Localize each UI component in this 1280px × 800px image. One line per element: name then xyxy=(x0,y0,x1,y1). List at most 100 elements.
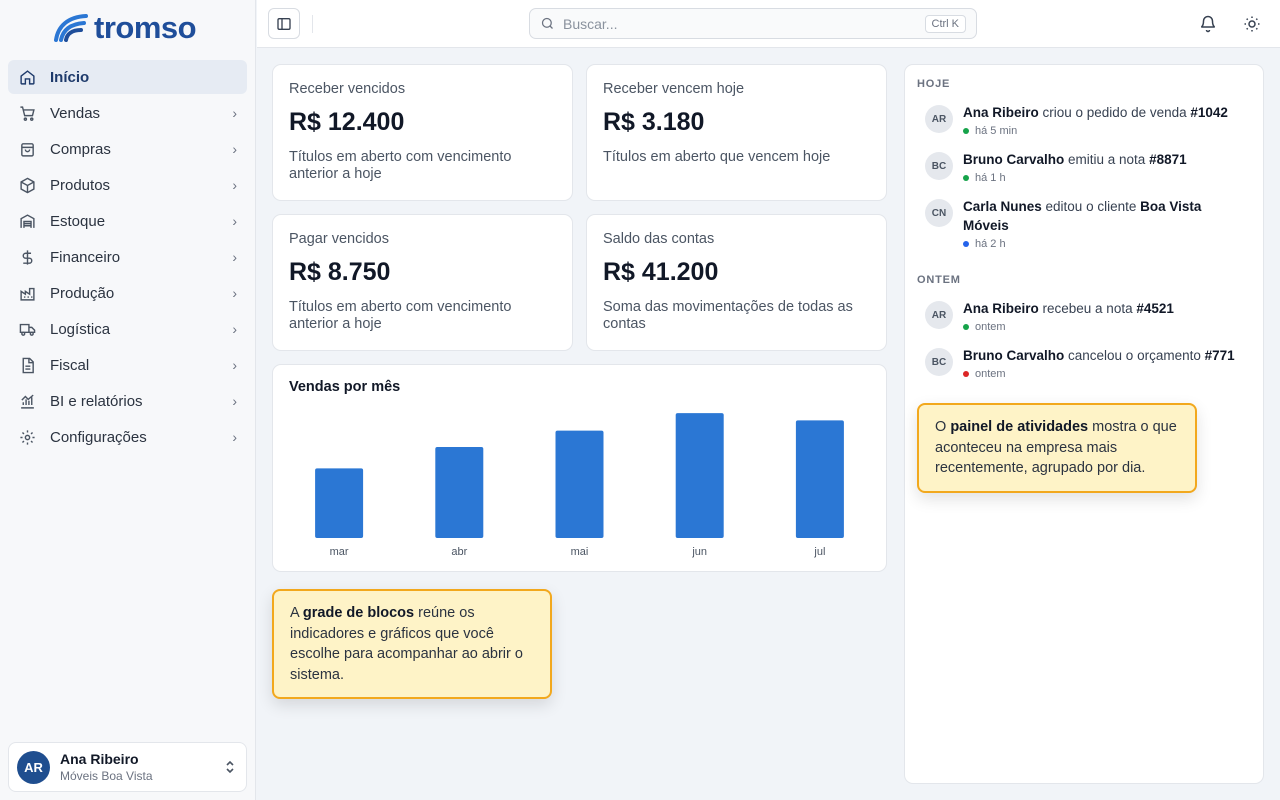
chart-card-vendas-por-mes: Vendas por mês mar abr mai jun jul xyxy=(272,364,887,572)
kpi-title: Pagar vencidos xyxy=(289,231,389,247)
warehouse-icon xyxy=(18,212,36,230)
kpi-value: R$ 8.750 xyxy=(289,258,391,286)
kpi-card-pagar-vencidos[interactable]: Pagar vencidos R$ 8.750 Títulos em abert… xyxy=(272,214,573,351)
tooltip-grade-de-blocos: A grade de blocos reúne os indicadores e… xyxy=(272,589,552,699)
activity-section-label: HOJE xyxy=(917,78,951,90)
avatar: AR xyxy=(925,301,953,329)
avatar: AR xyxy=(925,105,953,133)
brand-logo[interactable]: tromso xyxy=(52,10,197,45)
activity-text: Bruno Carvalho cancelou o orçamento #771 xyxy=(963,348,1235,363)
sidebar-item-label: Fiscal xyxy=(50,356,90,374)
user-menu[interactable]: AR Ana Ribeiro Móveis Boa Vista xyxy=(8,742,247,792)
search-icon xyxy=(541,17,553,29)
sidebar-item-compras[interactable]: Compras › xyxy=(8,132,247,166)
kpi-value: R$ 3.180 xyxy=(603,108,705,136)
brand-name: tromso xyxy=(94,10,197,45)
search-input[interactable] xyxy=(563,15,925,32)
user-name: Ana Ribeiro xyxy=(60,751,139,767)
dollar-icon xyxy=(18,248,36,266)
chevron-right-icon: › xyxy=(232,177,237,193)
kpi-description: Títulos em aberto com vencimento anterio… xyxy=(289,149,512,182)
sidebar-item-fiscal[interactable]: Fiscal › xyxy=(8,348,247,382)
sidebar-item-label: Compras xyxy=(50,140,111,158)
kpi-title: Saldo das contas xyxy=(603,231,715,247)
theme-toggle-button[interactable] xyxy=(1240,12,1264,36)
bar-mar[interactable] xyxy=(315,468,364,538)
kpi-description: Títulos em aberto com vencimento anterio… xyxy=(289,299,512,332)
activity-time: há 1 h xyxy=(963,172,1187,184)
sidebar-item-label: BI e relatórios xyxy=(50,392,143,410)
chevron-up-down-icon xyxy=(224,759,236,775)
tip-highlight: painel de atividades xyxy=(950,419,1089,435)
sidebar-item-estoque[interactable]: Estoque › xyxy=(8,204,247,238)
bar-abr[interactable] xyxy=(435,446,484,538)
bar-chart: mar abr mai jun jul xyxy=(315,413,844,558)
kpi-description: Soma das movimentações de todas as conta… xyxy=(603,299,853,332)
user-company: Móveis Boa Vista xyxy=(60,769,153,783)
box-icon xyxy=(18,176,36,194)
sidebar: tromso Início Vendas › Compras › Produto… xyxy=(0,0,256,800)
activity-time: ontem xyxy=(963,321,1174,333)
activity-item[interactable]: BC Bruno Carvalho emitiu a nota #8871 há… xyxy=(925,150,1245,184)
activity-item[interactable]: CN Carla Nunes editou o cliente Boa Vist… xyxy=(925,197,1225,250)
tip-text: A xyxy=(290,605,303,621)
user-info: Ana Ribeiro Móveis Boa Vista xyxy=(60,751,224,783)
activity-time: há 2 h xyxy=(963,238,1225,250)
factory-icon xyxy=(18,284,36,302)
gear-icon xyxy=(18,428,36,446)
sidebar-item-produtos[interactable]: Produtos › xyxy=(8,168,247,202)
kpi-card-receber-vencidos[interactable]: Receber vencidos R$ 12.400 Títulos em ab… xyxy=(272,64,573,201)
status-dot xyxy=(963,324,969,330)
bar-jun[interactable] xyxy=(675,413,724,538)
activity-time: há 5 min xyxy=(963,125,1228,137)
sidebar-item-configuracoes[interactable]: Configurações › xyxy=(8,420,247,454)
activity-text: Ana Ribeiro recebeu a nota #4521 xyxy=(963,301,1174,316)
kpi-card-saldo-contas[interactable]: Saldo das contas R$ 41.200 Soma das movi… xyxy=(586,214,887,351)
notifications-button[interactable] xyxy=(1196,12,1220,36)
document-icon xyxy=(18,356,36,374)
activity-text: Bruno Carvalho emitiu a nota #8871 xyxy=(963,152,1187,167)
activity-item[interactable]: BC Bruno Carvalho cancelou o orçamento #… xyxy=(925,346,1245,380)
sidebar-item-label: Configurações xyxy=(50,428,147,446)
sidebar-item-vendas[interactable]: Vendas › xyxy=(8,96,247,130)
truck-icon xyxy=(18,320,36,338)
chevron-right-icon: › xyxy=(232,213,237,229)
activity-time: ontem xyxy=(963,368,1235,380)
chevron-right-icon: › xyxy=(232,141,237,157)
sidebar-item-logistica[interactable]: Logística › xyxy=(8,312,247,346)
chart-icon xyxy=(18,392,36,410)
activity-item[interactable]: AR Ana Ribeiro criou o pedido de venda #… xyxy=(925,103,1245,137)
sidebar-item-label: Financeiro xyxy=(50,248,121,266)
activity-text: Carla Nunes editou o cliente Boa Vista M… xyxy=(963,199,1202,233)
bag-icon xyxy=(18,140,36,158)
activity-item[interactable]: AR Ana Ribeiro recebeu a nota #4521 onte… xyxy=(925,299,1245,333)
sidebar-item-inicio[interactable]: Início xyxy=(8,60,247,94)
chevron-right-icon: › xyxy=(232,357,237,373)
kpi-card-receber-hoje[interactable]: Receber vencem hoje R$ 3.180 Títulos em … xyxy=(586,64,887,201)
chevron-right-icon: › xyxy=(232,249,237,265)
avatar: CN xyxy=(925,199,953,227)
chevron-right-icon: › xyxy=(232,429,237,445)
sun-icon xyxy=(1244,16,1260,32)
cart-icon xyxy=(18,104,36,122)
sidebar-item-label: Produção xyxy=(50,284,115,302)
sidebar-item-financeiro[interactable]: Financeiro › xyxy=(8,240,247,274)
activity-section-label: ONTEM xyxy=(917,274,961,286)
sidebar-item-producao[interactable]: Produção › xyxy=(8,276,247,310)
status-dot xyxy=(963,371,969,377)
bar-mai[interactable] xyxy=(555,430,604,538)
panel-left-icon xyxy=(277,17,291,30)
kpi-title: Receber vencidos xyxy=(289,81,406,97)
sidebar-item-label: Estoque xyxy=(50,212,106,230)
sidebar-toggle-button[interactable] xyxy=(268,8,300,39)
tromso-logo-icon xyxy=(54,14,88,42)
sidebar-item-label: Produtos xyxy=(50,176,111,194)
x-tick-label-jun: jun xyxy=(691,546,707,558)
activity-text: Ana Ribeiro criou o pedido de venda #104… xyxy=(963,105,1228,120)
search-box[interactable]: Ctrl K xyxy=(529,8,977,39)
topbar: Ctrl K xyxy=(257,0,1280,48)
x-tick-label-jul: jul xyxy=(813,546,825,558)
bar-jul[interactable] xyxy=(795,420,844,538)
sidebar-item-bi-relatorios[interactable]: BI e relatórios › xyxy=(8,384,247,418)
chevron-right-icon: › xyxy=(232,393,237,409)
